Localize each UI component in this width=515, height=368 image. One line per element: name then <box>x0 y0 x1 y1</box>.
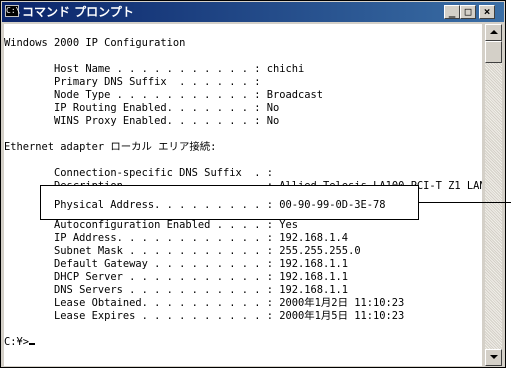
console-line: WINS Proxy Enabled. . . . . . . : No <box>4 115 280 127</box>
arrow-down-icon <box>490 355 498 359</box>
scroll-down-button[interactable] <box>485 349 502 366</box>
console-line: Lease Expires . . . . . . . . . . : 2000… <box>4 310 405 322</box>
console-line: Primary DNS Suffix . . . . . . : <box>4 76 261 88</box>
command-prompt-window: C:\ コマンド プロンプト _ □ × Windows 2000 IP Con… <box>0 0 506 368</box>
console-line: DHCP Server . . . . . . . . . . . : 192.… <box>4 271 349 283</box>
console-line: IP Address. . . . . . . . . . . . : 192.… <box>4 232 349 244</box>
console-line: Host Name . . . . . . . . . . . : chichi <box>4 63 305 75</box>
console-line: Autoconfiguration Enabled . . . . : Yes <box>4 219 299 231</box>
console-line: Ethernet adapter ローカル エリア接続: <box>4 141 217 153</box>
scroll-thumb[interactable] <box>485 41 502 63</box>
console-line: IP Routing Enabled. . . . . . . : No <box>4 102 280 114</box>
title-bar[interactable]: C:\ コマンド プロンプト _ □ × <box>2 2 504 22</box>
console-line: Lease Obtained. . . . . . . . . . : 2000… <box>4 297 405 309</box>
physical-address-highlight: Physical Address. . . . . . . . . : 00-9… <box>54 199 386 211</box>
console-line: Default Gateway . . . . . . . . . : 192.… <box>4 258 349 270</box>
callout-pointer-line <box>419 202 511 203</box>
console-line: Connection-specific DNS Suffix . : <box>4 167 273 179</box>
console-line: Node Type . . . . . . . . . . . : Broadc… <box>4 89 324 101</box>
window-title: コマンド プロンプト <box>22 5 134 19</box>
scroll-up-button[interactable] <box>485 24 502 41</box>
maximize-button[interactable]: □ <box>460 5 476 19</box>
console-line: C:¥> <box>4 336 482 349</box>
text-cursor <box>29 343 36 345</box>
console-line: Subnet Mask . . . . . . . . . . . : 255.… <box>4 245 361 257</box>
console-icon[interactable]: C:\ <box>5 5 20 17</box>
arrow-up-icon <box>490 30 498 34</box>
minimize-button[interactable]: _ <box>444 5 460 19</box>
console-line: Windows 2000 IP Configuration <box>4 37 186 49</box>
vertical-scrollbar[interactable] <box>485 24 502 366</box>
console-line: DNS Servers . . . . . . . . . . . : 192.… <box>4 284 349 296</box>
close-button[interactable]: × <box>479 5 495 19</box>
